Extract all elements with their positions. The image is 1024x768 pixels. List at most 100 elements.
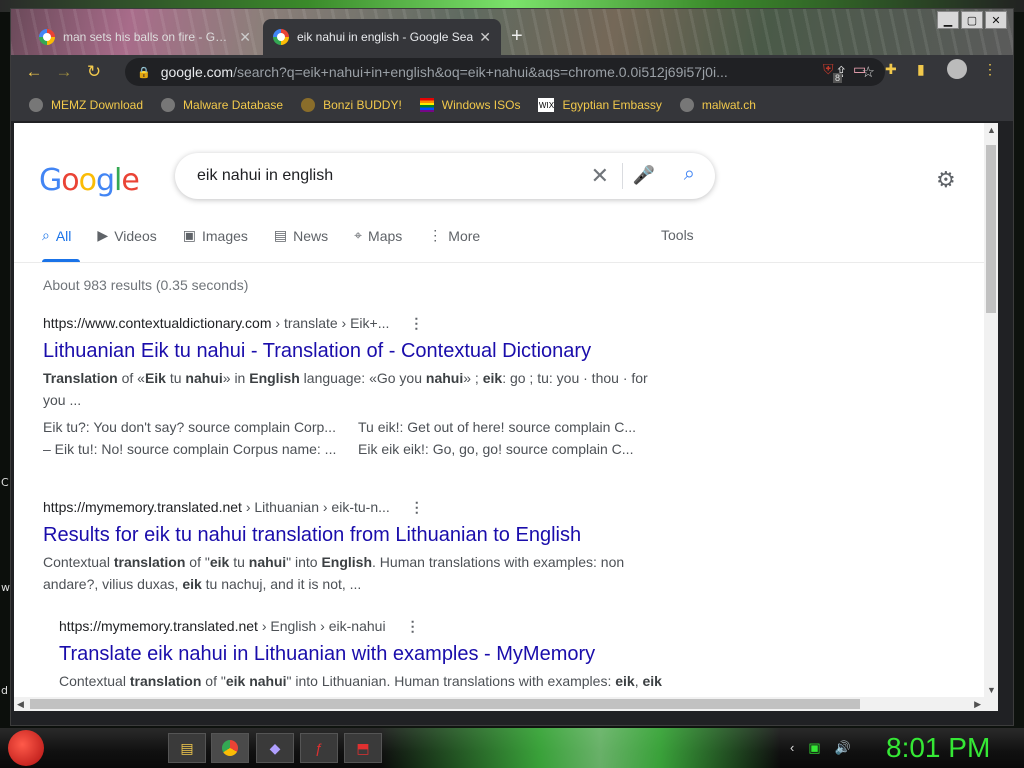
google-logo[interactable]: Google bbox=[39, 163, 140, 198]
result-sublinks: Eik tu?: You don't say? source complain … bbox=[43, 417, 653, 459]
scroll-up-icon[interactable]: ▲ bbox=[987, 125, 996, 135]
lock-icon: 🔒 bbox=[137, 66, 151, 79]
news-icon: ▤ bbox=[273, 227, 288, 243]
microphone-icon[interactable]: 🎤 bbox=[633, 165, 655, 186]
new-tab-button[interactable]: + bbox=[511, 25, 523, 48]
filter-label: Maps bbox=[368, 227, 403, 244]
bookmarks-bar: MEMZ Download Malware Database Bonzi BUD… bbox=[11, 89, 1013, 121]
close-icon[interactable]: ✕ bbox=[239, 29, 251, 46]
result-title[interactable]: Translate eik nahui in Lithuanian with e… bbox=[59, 643, 669, 666]
result-snippet: Translation of «Eik tu nahui» in English… bbox=[43, 370, 648, 408]
close-icon[interactable]: ✕ bbox=[479, 29, 491, 46]
volume-icon[interactable]: 🔊 bbox=[835, 740, 851, 756]
google-favicon-icon bbox=[273, 29, 289, 45]
flag-extension-icon[interactable]: ▭ bbox=[853, 61, 866, 78]
more-options-icon[interactable]: ⋮ bbox=[409, 315, 423, 331]
chrome-taskbar-icon[interactable] bbox=[211, 733, 249, 763]
desktop-edge-letter: C bbox=[1, 476, 9, 489]
filter-more[interactable]: ⋮ More bbox=[428, 227, 480, 244]
maximize-icon[interactable]: ▢ bbox=[961, 11, 983, 29]
result-breadcrumb: › translate › Eik+... bbox=[271, 315, 390, 331]
search-query: eik nahui in english bbox=[197, 167, 334, 184]
filter-videos[interactable]: ▶ Videos bbox=[97, 227, 156, 244]
url-host: google.com bbox=[160, 64, 234, 80]
taskbar-clock[interactable]: 8:01 PM bbox=[886, 732, 990, 764]
bookmark-item[interactable]: WIX Egyptian Embassy bbox=[538, 98, 662, 112]
tray-arrow-icon[interactable]: ‹ bbox=[790, 740, 794, 756]
browser-tab-2[interactable]: eik nahui in english - Google Sea ✕ bbox=[263, 19, 501, 55]
result-url[interactable]: https://mymemory.translated.net › Englis… bbox=[59, 618, 669, 635]
bookmark-label: Windows ISOs bbox=[441, 98, 521, 112]
filter-news[interactable]: ▤ News bbox=[274, 227, 328, 244]
back-arrow-icon[interactable]: ← bbox=[19, 57, 49, 87]
flash-taskbar-icon[interactable]: ƒ bbox=[300, 733, 338, 763]
start-button-icon[interactable] bbox=[8, 730, 44, 766]
tab-title: eik nahui in english - Google Sea bbox=[297, 30, 474, 44]
forward-arrow-icon[interactable]: → bbox=[49, 57, 79, 87]
more-options-icon[interactable]: ⋮ bbox=[410, 499, 424, 515]
horizontal-scrollbar[interactable]: ◀ ▶ bbox=[14, 697, 984, 711]
scrollbar-thumb[interactable] bbox=[30, 699, 860, 709]
scroll-right-icon[interactable]: ▶ bbox=[974, 699, 981, 710]
filter-images[interactable]: ▣ Images bbox=[183, 227, 248, 244]
google-favicon-icon bbox=[39, 29, 55, 45]
image-icon: ▣ bbox=[182, 227, 196, 243]
result-title[interactable]: Lithuanian Eik tu nahui - Translation of… bbox=[43, 340, 653, 363]
window-controls: ▁ ▢ ✕ bbox=[937, 11, 1007, 29]
pdf-taskbar-icon[interactable]: ⬒ bbox=[344, 733, 382, 763]
search-filters: ⌕ All ▶ Videos ▣ Images ▤ News ⌖ Maps ⋮ More bbox=[42, 227, 480, 244]
tools-button[interactable]: Tools bbox=[661, 227, 694, 243]
scrollbar-thumb[interactable] bbox=[986, 145, 996, 313]
bookmark-item[interactable]: malwat.ch bbox=[679, 98, 756, 112]
result-breadcrumb: › English › eik-nahui bbox=[257, 618, 386, 634]
taskbar-glow bbox=[380, 728, 780, 768]
bookmark-item[interactable]: Windows ISOs bbox=[419, 98, 521, 112]
address-bar[interactable]: 🔒 google.com /search?q=eik+nahui+in+engl… bbox=[125, 58, 885, 86]
browser-toolbar: ← → ↻ 🔒 google.com /search?q=eik+nahui+i… bbox=[11, 55, 1013, 89]
filter-label: News bbox=[293, 227, 329, 244]
sublink[interactable]: Eik tu?: You don't say? source complain … bbox=[43, 417, 358, 437]
more-options-icon[interactable]: ⋮ bbox=[406, 618, 420, 634]
network-icon[interactable]: ▣ bbox=[808, 740, 820, 756]
clear-icon[interactable]: ✕ bbox=[591, 163, 609, 189]
profile-avatar[interactable] bbox=[947, 59, 967, 79]
close-window-icon[interactable]: ✕ bbox=[985, 11, 1007, 29]
vertical-scrollbar[interactable]: ▲ ▼ bbox=[984, 123, 998, 711]
browser-tab-1[interactable]: man sets his balls on fire - Goog ✕ bbox=[29, 19, 261, 55]
puzzle-extensions-icon[interactable]: ✚ bbox=[885, 61, 897, 78]
bookmark-label: malwat.ch bbox=[701, 98, 756, 112]
search-input[interactable]: eik nahui in english ✕ 🎤 ⌕ bbox=[175, 153, 715, 199]
filter-label: Videos bbox=[114, 227, 157, 244]
bookmark-item[interactable]: Bonzi BUDDY! bbox=[301, 98, 402, 112]
result-site: https://www.contextualdictionary.com bbox=[43, 315, 272, 331]
search-icon[interactable]: ⌕ bbox=[684, 163, 695, 186]
filter-label: Images bbox=[201, 227, 248, 244]
file-explorer-icon[interactable]: ▤ bbox=[168, 733, 206, 763]
desktop-edge-letter: d bbox=[1, 684, 8, 697]
result-url[interactable]: https://www.contextualdictionary.com › t… bbox=[43, 315, 653, 332]
side-panel-icon[interactable]: ▮ bbox=[917, 61, 925, 78]
sublink[interactable]: Eik eik eik!: Go, go, go! source complai… bbox=[358, 439, 648, 459]
page-content: Google eik nahui in english ✕ 🎤 ⌕ ⚙ ⋮ ⌕ A… bbox=[14, 123, 998, 711]
app-taskbar-icon[interactable]: ◆ bbox=[256, 733, 294, 763]
reload-icon[interactable]: ↻ bbox=[79, 57, 109, 87]
result-site: https://mymemory.translated.net bbox=[43, 499, 242, 515]
kebab-menu-icon[interactable]: ⋮ bbox=[983, 61, 997, 78]
sublink[interactable]: – Eik tu!: No! source complain Corpus na… bbox=[43, 439, 358, 459]
desktop-edge-letter: w bbox=[1, 581, 10, 594]
scroll-left-icon[interactable]: ◀ bbox=[17, 699, 24, 710]
result-url[interactable]: https://mymemory.translated.net › Lithua… bbox=[43, 499, 653, 516]
scroll-down-icon[interactable]: ▼ bbox=[987, 685, 996, 695]
bookmark-item[interactable]: MEMZ Download bbox=[29, 98, 143, 112]
filter-all[interactable]: ⌕ All bbox=[42, 227, 71, 244]
gear-icon[interactable]: ⚙ bbox=[936, 167, 956, 193]
sublink[interactable]: Tu eik!: Get out of here! source complai… bbox=[358, 417, 648, 437]
ublock-extension-icon[interactable]: ⛨ bbox=[823, 61, 834, 78]
filter-maps[interactable]: ⌖ Maps bbox=[354, 227, 402, 244]
search-icon: ⌕ bbox=[42, 227, 50, 243]
bookmark-item[interactable]: Malware Database bbox=[161, 98, 283, 112]
result-title[interactable]: Results for eik tu nahui translation fro… bbox=[43, 524, 653, 547]
rainbow-flag-icon bbox=[419, 98, 434, 112]
search-result: https://mymemory.translated.net › Lithua… bbox=[43, 499, 653, 595]
minimize-icon[interactable]: ▁ bbox=[937, 11, 959, 29]
